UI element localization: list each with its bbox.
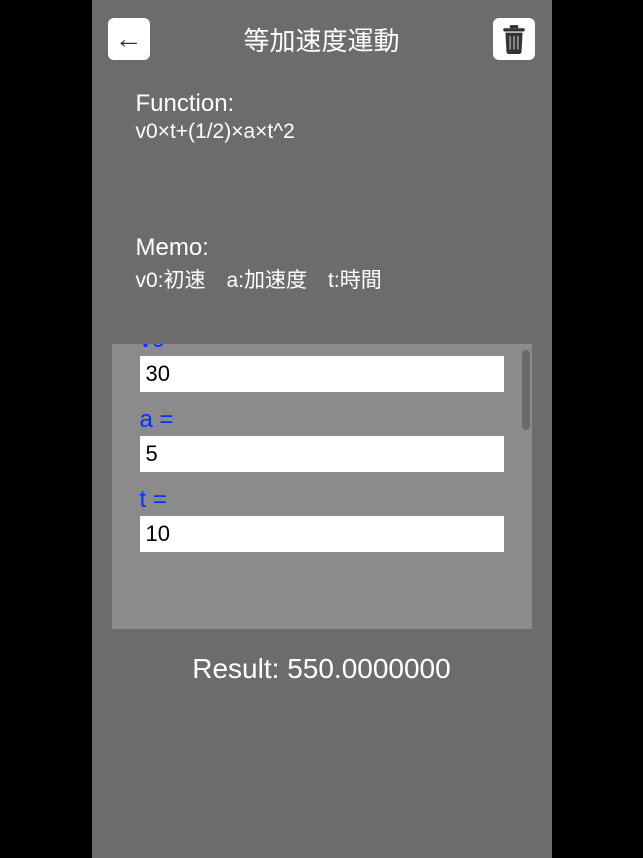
input-label-t: t = [140,486,504,514]
input-field-a[interactable] [140,436,504,472]
result-value: 550.0000000 [287,653,451,684]
trash-icon [501,24,527,54]
header-bar: ← 等加速度運動 [92,0,552,70]
scrollbar[interactable] [522,350,530,430]
memo-text: v0:初速 a:加速度 t:時間 [92,264,552,294]
app-screen: ← 等加速度運動 Function: v0×t+(1/2)×a×t^2 Memo… [92,0,552,858]
inputs-panel[interactable]: v0 = a = t = [112,344,532,629]
result-label: Result: [192,653,287,684]
input-group-a: a = [140,406,504,472]
delete-button[interactable] [493,18,535,60]
back-button[interactable]: ← [108,18,150,60]
result-text: Result: 550.0000000 [92,653,552,685]
function-label: Function: [92,90,552,118]
input-group-t: t = [140,486,504,552]
input-label-v0: v0 = [140,344,504,354]
input-group-v0: v0 = [140,344,504,392]
back-arrow-icon: ← [115,25,143,53]
input-label-a: a = [140,406,504,434]
input-field-t[interactable] [140,516,504,552]
input-field-v0[interactable] [140,356,504,392]
memo-label: Memo: [92,234,552,262]
function-expression: v0×t+(1/2)×a×t^2 [92,120,552,144]
page-title: 等加速度運動 [243,21,399,58]
